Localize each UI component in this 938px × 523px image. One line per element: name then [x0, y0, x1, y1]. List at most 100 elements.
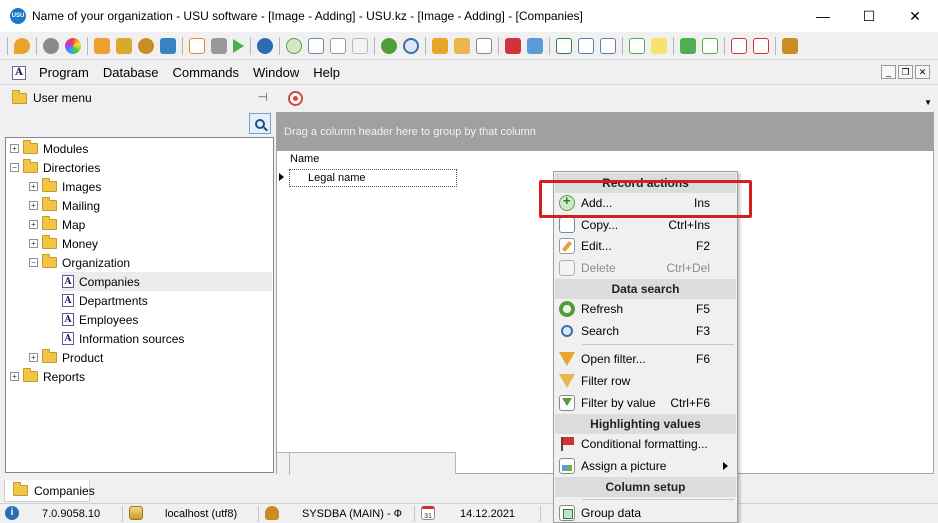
folder-icon — [42, 178, 57, 192]
expand-icon[interactable]: + — [29, 239, 38, 248]
flag-icon[interactable] — [505, 37, 521, 54]
info-icon[interactable] — [257, 37, 273, 54]
filter-by-value-icon[interactable] — [476, 37, 492, 54]
mdi-restore-button[interactable]: ❐ — [898, 65, 913, 79]
expand-icon[interactable]: + — [29, 353, 38, 362]
expand-icon[interactable]: + — [10, 372, 19, 381]
group-data-icon[interactable] — [556, 37, 572, 54]
menu-help[interactable]: Help — [306, 65, 347, 80]
tree-search-button[interactable] — [249, 113, 271, 134]
tree-item-label: Organization — [62, 255, 131, 270]
add-record-icon[interactable] — [286, 37, 302, 54]
delete-icon — [559, 260, 575, 276]
tree-item-map[interactable]: + Map — [29, 215, 85, 234]
maximize-button[interactable]: ☐ — [846, 0, 892, 32]
menu-item-search[interactable]: Search F3 — [555, 320, 736, 342]
record-icon[interactable] — [288, 91, 303, 106]
tab-companies[interactable]: Companies — [4, 480, 95, 502]
folder-icon — [42, 349, 57, 363]
menu-item-conditional-formatting[interactable]: Conditional formatting... — [555, 433, 736, 455]
edit-record-icon[interactable] — [330, 37, 346, 54]
tree-item-modules[interactable]: + Modules — [10, 139, 88, 158]
expand-all-icon[interactable] — [578, 37, 594, 54]
menu-window[interactable]: Window — [246, 65, 306, 80]
users-icon[interactable] — [138, 37, 154, 54]
tree-item-product[interactable]: + Product — [29, 348, 103, 367]
tree-item-money[interactable]: + Money — [29, 234, 98, 253]
tree-item-information-sources[interactable]: A Information sources — [62, 329, 184, 348]
expand-icon[interactable]: + — [29, 220, 38, 229]
menu-item-group-data[interactable]: Group data — [555, 502, 736, 522]
menu-item-refresh[interactable]: Refresh F5 — [555, 298, 736, 320]
expand-icon[interactable]: + — [29, 201, 38, 210]
plug-icon[interactable] — [160, 37, 176, 54]
exit-icon[interactable] — [782, 37, 798, 54]
info-icon: i — [5, 506, 19, 520]
lock-icon[interactable] — [116, 37, 132, 54]
collapse-all-icon[interactable] — [600, 37, 616, 54]
print-icon[interactable] — [211, 37, 227, 54]
rss-icon[interactable] — [94, 37, 110, 54]
tab-label: Companies — [34, 483, 95, 498]
menu-item-assign-picture[interactable]: Assign a picture — [555, 455, 736, 477]
menu-program[interactable]: Program — [32, 65, 96, 80]
tree-item-organization[interactable]: − Organization — [29, 253, 130, 272]
search-icon[interactable] — [403, 37, 419, 54]
menu-item-edit[interactable]: Edit... F2 — [555, 235, 736, 257]
pin-icon[interactable]: ⊣ — [258, 90, 268, 104]
tree-item-employees[interactable]: A Employees — [62, 310, 138, 329]
menu-commands[interactable]: Commands — [166, 65, 246, 80]
location-pin-icon[interactable] — [14, 37, 30, 54]
group-by-panel[interactable]: Drag a column header here to group by th… — [277, 113, 933, 151]
gear-icon[interactable] — [43, 37, 59, 54]
add-column-icon[interactable] — [629, 37, 645, 54]
note-icon[interactable] — [651, 37, 667, 54]
grid-cell-name[interactable]: Legal name — [289, 169, 457, 187]
tree-item-mailing[interactable]: + Mailing — [29, 196, 100, 215]
close-window-icon[interactable] — [731, 37, 747, 54]
play-icon[interactable] — [233, 38, 244, 53]
copy-record-icon[interactable] — [308, 37, 324, 54]
collapse-icon[interactable]: − — [10, 163, 19, 172]
status-divider — [258, 506, 259, 522]
delete-record-icon[interactable] — [352, 37, 368, 54]
tree-item-companies[interactable]: A Companies — [62, 272, 272, 291]
document-a-icon: A — [62, 313, 74, 326]
export-excel-icon[interactable] — [680, 37, 696, 54]
picture-icon[interactable] — [527, 37, 543, 54]
tree-item-directories[interactable]: − Directories — [10, 158, 100, 177]
column-header-name[interactable]: Name — [290, 153, 319, 165]
menu-database[interactable]: Database — [96, 65, 166, 80]
color-wheel-icon[interactable] — [65, 37, 81, 54]
filter-icon[interactable] — [432, 37, 448, 54]
tree-item-images[interactable]: + Images — [29, 177, 101, 196]
tree-item-label: Information sources — [79, 331, 185, 346]
highlight-annotation — [539, 180, 752, 218]
refresh-icon[interactable] — [381, 37, 397, 54]
table-icon[interactable] — [189, 37, 205, 54]
context-menu: Record actions Add... Ins Copy... Ctrl+I… — [553, 171, 738, 523]
tree-item-label: Money — [62, 236, 99, 251]
menu-item-filter-by-value[interactable]: Filter by value Ctrl+F6 — [555, 392, 736, 414]
tree-item-departments[interactable]: A Departments — [62, 291, 148, 310]
close-all-icon[interactable] — [753, 37, 769, 54]
status-date: 14.12.2021 — [460, 508, 516, 520]
menu-item-filter-row[interactable]: Filter row — [555, 370, 736, 392]
refresh-icon — [559, 301, 575, 317]
folder-open-icon — [42, 254, 57, 268]
expand-icon[interactable]: + — [29, 182, 38, 191]
filter-row-icon[interactable] — [454, 37, 470, 54]
menu-item-open-filter[interactable]: Open filter... F6 — [555, 348, 736, 370]
minimize-button[interactable]: — — [800, 0, 846, 32]
chevron-down-icon[interactable]: ▼ — [924, 98, 932, 107]
grid-toolbar: ▼ — [280, 88, 934, 110]
column-setup-header: Column setup — [555, 477, 736, 497]
tree-item-reports[interactable]: + Reports — [10, 367, 85, 386]
expand-icon[interactable]: + — [10, 144, 19, 153]
document-a-icon: A — [62, 275, 74, 288]
collapse-icon[interactable]: − — [29, 258, 38, 267]
import-excel-icon[interactable] — [702, 37, 718, 54]
mdi-minimize-button[interactable]: _ — [881, 65, 896, 79]
close-button[interactable]: ✕ — [892, 0, 938, 32]
mdi-close-button[interactable]: ✕ — [915, 65, 930, 79]
